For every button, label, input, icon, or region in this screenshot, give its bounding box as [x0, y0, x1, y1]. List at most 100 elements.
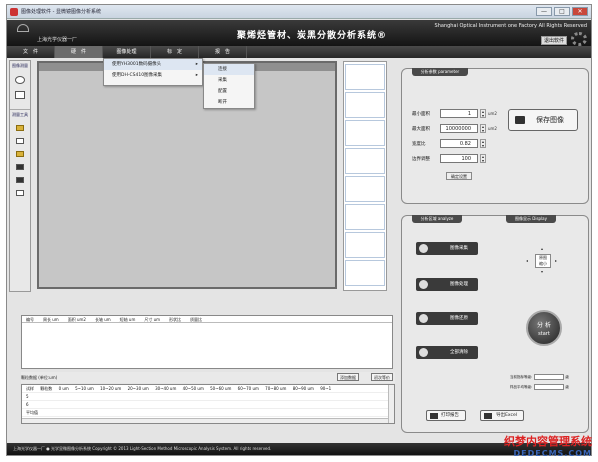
text-tool-icon[interactable] [16, 190, 24, 196]
stats-section: 颗粒数据 (单位:um) 添加数据 初次等价 试样 颗粒数 0 um 5~10 … [21, 372, 395, 428]
min-area-input[interactable]: 1 [440, 109, 478, 118]
pencil-tool-icon[interactable] [16, 125, 24, 131]
pan-down-arrow-icon[interactable]: ▾ [541, 269, 543, 274]
table-row[interactable]: 平均值 [22, 409, 394, 417]
stats-grid: 试样 颗粒数 0 um 5~10 um 10~20 um 20~30 um 30… [21, 384, 395, 424]
export-excel-button[interactable]: 导出Excel [480, 410, 524, 421]
thumbnail-slot[interactable] [345, 92, 385, 118]
thumbnail-slot[interactable] [345, 260, 385, 286]
maximize-button[interactable]: □ [554, 7, 570, 16]
close-button[interactable]: ✕ [572, 7, 588, 16]
col-size: 尺寸 um [144, 317, 161, 322]
image-canvas[interactable] [37, 61, 337, 289]
pan-right-arrow-icon[interactable]: ▸ [555, 258, 557, 263]
thumbnail-slot[interactable] [345, 204, 385, 230]
edge-adjust-spinner[interactable]: ▴ ▾ [480, 154, 486, 163]
stats-col-bin-2: 10~20 um [100, 386, 122, 391]
menu-file[interactable]: 文 件 [7, 46, 55, 58]
window-title: 图像处理软件 - 显微镜图像分析系统 [21, 9, 101, 15]
process-image-button[interactable]: 图像处理 [416, 278, 478, 291]
stats-col-bin-3: 20~30 um [127, 386, 149, 391]
circle-tool-icon[interactable] [16, 177, 24, 183]
horizontal-scrollbar[interactable] [22, 418, 388, 423]
hardware-dropdown: 使用YH3001数码摄像头 ▸ 使用DH-CS410图像采集 ▸ [103, 58, 203, 86]
rectangle-tool-icon[interactable] [15, 91, 25, 99]
menu-calibrate[interactable]: 标 定 [151, 46, 199, 58]
restore-icon [419, 314, 428, 323]
print-report-button[interactable]: 打印报告 [426, 410, 466, 421]
clear-all-button[interactable]: 全部清除 [416, 346, 478, 359]
thumbnail-slot[interactable] [345, 120, 385, 146]
stats-col-sample: 试样 [26, 386, 34, 391]
menu-hardware[interactable]: 硬 件 [55, 46, 103, 58]
submenu-disconnect[interactable]: 断开 [204, 97, 254, 108]
exit-button[interactable]: 退出软件 [541, 36, 567, 45]
current-grade-row: 当前指标等级: 级 [510, 374, 569, 380]
restore-image-button[interactable]: 图像还原 [416, 312, 478, 325]
menu-item-dhcs410-label: 使用DH-CS410图像采集 [112, 73, 163, 78]
menu-item-yh3001-label: 使用YH3001数码摄像头 [112, 62, 162, 67]
save-image-button[interactable]: 保存图像 [508, 109, 578, 131]
clear-icon [419, 348, 428, 357]
app-window: 图像处理软件 - 显微镜图像分析系统 — □ ✕ 上海光学仪器一厂 聚烯烃管材、… [6, 4, 592, 456]
thumbnail-slot[interactable] [345, 232, 385, 258]
stats-col-bin-8: 70~80 um [265, 386, 287, 391]
site-watermark: 织梦内容管理系统 DEDECMS.COM [504, 433, 592, 458]
vertical-scrollbar[interactable] [388, 385, 394, 423]
app-header: 上海光学仪器一厂 聚烯烃管材、炭黑分散分析系统® Shanghai Optica… [7, 20, 591, 46]
wand-icon [419, 280, 428, 289]
add-data-button[interactable]: 添加数据 [337, 373, 359, 381]
angle-tool-icon[interactable] [16, 151, 24, 157]
menu-report[interactable]: 报 告 [199, 46, 247, 58]
thumbnail-slot[interactable] [345, 148, 385, 174]
capture-image-button[interactable]: 图像采集 [416, 242, 478, 255]
col-minor-axis: 短轴 um [119, 317, 136, 322]
max-area-unit: um2 [488, 126, 497, 131]
watermark-line1: 织梦内容管理系统 [504, 435, 592, 448]
thumbnail-slot[interactable] [345, 64, 385, 90]
pan-up-arrow-icon[interactable]: ▴ [541, 246, 543, 251]
menu-item-yh3001[interactable]: 使用YH3001数码摄像头 ▸ [104, 59, 202, 70]
max-area-input[interactable]: 10000000 [440, 124, 478, 133]
minimize-button[interactable]: — [536, 7, 552, 16]
line-tool-icon[interactable] [16, 138, 24, 144]
thumbnail-slot[interactable] [345, 176, 385, 202]
col-major-axis: 长轴 um [94, 317, 111, 322]
start-analysis-button[interactable]: 分 析 start [526, 310, 562, 346]
stats-col-bin-6: 50~60 um [210, 386, 232, 391]
submenu-arrow-icon: ▸ [195, 62, 198, 67]
submenu-capture[interactable]: 采集 [204, 75, 254, 86]
stats-header-row: 试样 颗粒数 0 um 5~10 um 10~20 um 20~30 um 30… [22, 385, 394, 393]
apply-settings-button[interactable]: 确定设置 [446, 172, 472, 180]
capture-image-label: 图像采集 [450, 246, 468, 251]
ratio-input[interactable]: 0.82 [440, 139, 478, 148]
ratio-spinner[interactable]: ▴ ▾ [480, 139, 486, 148]
stats-title: 颗粒数据 (单位:um) [21, 375, 58, 380]
ratio-label: 宽度比 [412, 142, 426, 147]
table-row[interactable]: 6 [22, 401, 394, 409]
submenu-configure[interactable]: 配置 [204, 86, 254, 97]
menu-image-processing[interactable]: 图像处理 [103, 46, 151, 58]
clear-data-button[interactable]: 初次等价 [371, 373, 393, 381]
stats-col-bin-5: 40~50 um [182, 386, 204, 391]
thumbnail-strip [343, 61, 387, 291]
zoom-out-label: 缩小 [539, 261, 547, 266]
table-row[interactable]: 5 [22, 393, 394, 401]
params-title: 分析参数 parameter [412, 68, 468, 76]
stats-col-bin-10: 90~1 [320, 386, 332, 391]
zoom-center[interactable]: 原图 缩小 [535, 254, 551, 268]
menu-item-dhcs410[interactable]: 使用DH-CS410图像采集 ▸ [104, 70, 202, 81]
edge-adjust-label: 边界调整 [412, 157, 430, 162]
pan-left-arrow-icon[interactable]: ◂ [526, 258, 528, 263]
particle-table-header: 编号 周长 um 面积 um2 长轴 um 短轴 um 尺寸 um 形状比 质量… [22, 316, 392, 323]
save-image-label: 保存图像 [536, 116, 564, 124]
edge-adjust-input[interactable]: 100 [440, 154, 478, 163]
min-area-spinner[interactable]: ▴ ▾ [480, 109, 486, 118]
submenu-connect[interactable]: 连接 [204, 64, 254, 75]
current-grade-field [534, 374, 565, 380]
point-tool-icon[interactable] [16, 164, 24, 170]
max-area-spinner[interactable]: ▴ ▾ [480, 124, 486, 133]
camera-icon [419, 244, 428, 253]
ellipse-tool-icon[interactable] [15, 76, 25, 84]
start-main-label: 分 析 [537, 322, 551, 329]
